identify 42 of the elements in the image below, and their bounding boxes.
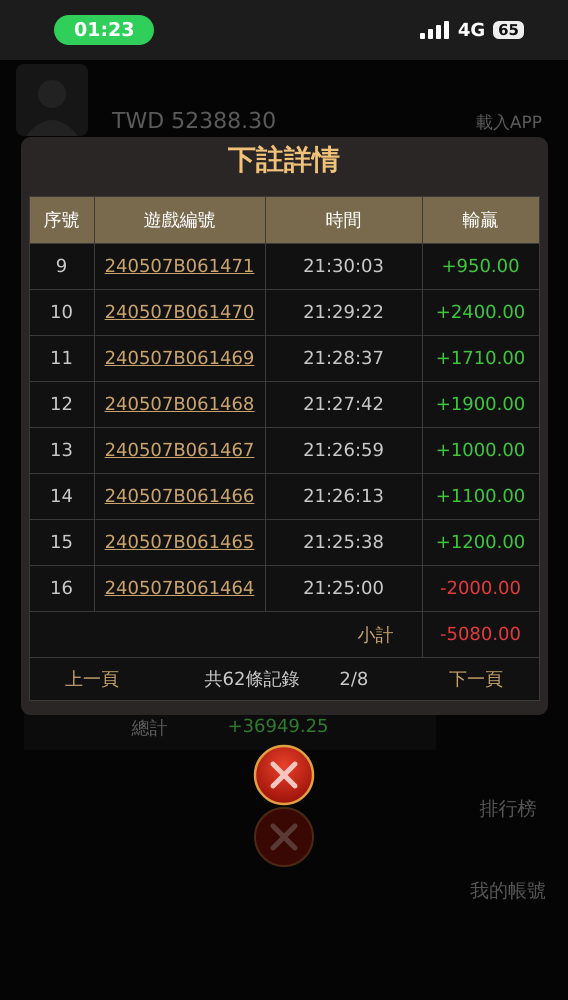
table-cell: 9 (29, 244, 94, 290)
table-cell: 21:29:22 (265, 290, 422, 336)
close-icon[interactable] (253, 744, 315, 806)
balance-text: TWD 52388.30 (112, 109, 276, 134)
dialog-title: 下註詳情 (227, 142, 341, 178)
battery-indicator: 65 (493, 21, 524, 39)
record-count: 共62條記錄 (204, 668, 300, 691)
table-cell: -2000.00 (422, 566, 539, 612)
network-label: 4G (458, 20, 486, 40)
table-cell: 21:26:59 (265, 428, 422, 474)
table-cell: 21:26:13 (265, 474, 422, 520)
table-cell: 16 (29, 566, 94, 612)
table-cell: +1100.00 (422, 474, 539, 520)
table-cell: 12 (29, 382, 94, 428)
table-cell: 21:25:38 (265, 520, 422, 566)
table-cell: 15 (29, 520, 94, 566)
table-cell: 10 (29, 290, 94, 336)
status-time: 01:23 (54, 15, 154, 45)
table-cell: 11 (29, 336, 94, 382)
column-header: 輸贏 (422, 196, 539, 244)
table-cell: +2400.00 (422, 290, 539, 336)
total-label: 總計 (132, 717, 168, 740)
table-cell: 21:27:42 (265, 382, 422, 428)
table-cell: 21:30:03 (265, 244, 422, 290)
page-indicator: 2/8 (339, 668, 368, 690)
next-page-button[interactable]: 下一頁 (414, 666, 538, 692)
table-cell: +1900.00 (422, 382, 539, 428)
table-cell: +1000.00 (422, 428, 539, 474)
table-cell: +1710.00 (422, 336, 539, 382)
signal-icon (420, 21, 450, 39)
table-cell: +1200.00 (422, 520, 539, 566)
column-header: 遊戲編號 (94, 196, 265, 244)
column-header: 時間 (265, 196, 422, 244)
table-cell: 21:25:00 (265, 566, 422, 612)
table-cell: 21:28:37 (265, 336, 422, 382)
table-cell: +950.00 (422, 244, 539, 290)
total-value: +36949.25 (228, 716, 328, 739)
table-cell: 14 (29, 474, 94, 520)
close-icon-reflection (253, 806, 315, 868)
column-header: 序號 (29, 196, 94, 244)
table-cell: 13 (29, 428, 94, 474)
previous-page-button[interactable]: 上一頁 (30, 666, 154, 692)
